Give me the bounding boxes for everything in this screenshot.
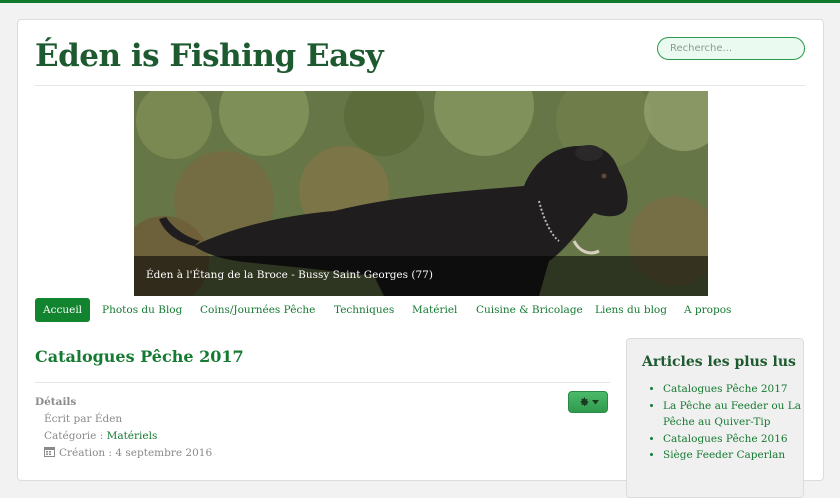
- gear-icon: [580, 397, 588, 406]
- nav-item-materiel[interactable]: Matériel: [412, 298, 457, 322]
- article-divider: [35, 382, 610, 383]
- top-accent-bar: [0, 0, 840, 3]
- category-link[interactable]: Matériels: [107, 430, 158, 442]
- banner-caption: Éden à l'Étang de la Broce - Bussy Saint…: [146, 269, 433, 281]
- nav-item-coins[interactable]: Coins/Journées Pêche: [200, 298, 315, 322]
- popular-article-link[interactable]: Catalogues Pêche 2016: [663, 431, 803, 448]
- banner-caption-bar: Éden à l'Étang de la Broce - Bussy Saint…: [134, 256, 708, 296]
- calendar-icon: [44, 447, 55, 457]
- category-prefix: Catégorie :: [44, 430, 107, 442]
- search-input[interactable]: [657, 37, 805, 60]
- sidebar-title: Articles les plus lus: [642, 354, 796, 370]
- banner-image: Éden à l'Étang de la Broce - Bussy Saint…: [134, 91, 708, 296]
- article-title[interactable]: Catalogues Pêche 2017: [35, 347, 244, 366]
- nav-item-accueil[interactable]: Accueil: [35, 298, 91, 322]
- popular-articles-module: Articles les plus lus Catalogues Pêche 2…: [626, 338, 804, 498]
- article-tools-button[interactable]: [568, 391, 608, 413]
- popular-article-link[interactable]: Catalogues Pêche 2017: [663, 381, 803, 398]
- article-category: Catégorie : Matériels: [44, 430, 157, 442]
- page-container: Éden is Fishing Easy Éden à l: [17, 19, 824, 498]
- nav-item-photos[interactable]: Photos du Blog: [102, 298, 182, 322]
- caret-down-icon: [591, 399, 599, 404]
- details-label: Détails: [35, 396, 77, 408]
- popular-article-link[interactable]: Siège Feeder Caperlan: [663, 447, 803, 464]
- article-created: Création : 4 septembre 2016: [44, 446, 212, 459]
- created-date: Création : 4 septembre 2016: [59, 447, 213, 459]
- popular-article-link[interactable]: La Pêche au Feeder ou La Pêche au Quiver…: [663, 398, 803, 431]
- nav-item-apropos[interactable]: A propos: [684, 298, 731, 322]
- site-title[interactable]: Éden is Fishing Easy: [35, 38, 384, 74]
- popular-articles-list: Catalogues Pêche 2017 La Pêche au Feeder…: [643, 381, 803, 464]
- nav-item-cuisine[interactable]: Cuisine & Bricolage: [476, 298, 583, 322]
- nav-item-liens[interactable]: Liens du blog: [595, 298, 667, 322]
- article-author: Écrit par Éden: [44, 413, 123, 425]
- header-divider: [35, 85, 805, 86]
- nav-item-techniques[interactable]: Techniques: [334, 298, 394, 322]
